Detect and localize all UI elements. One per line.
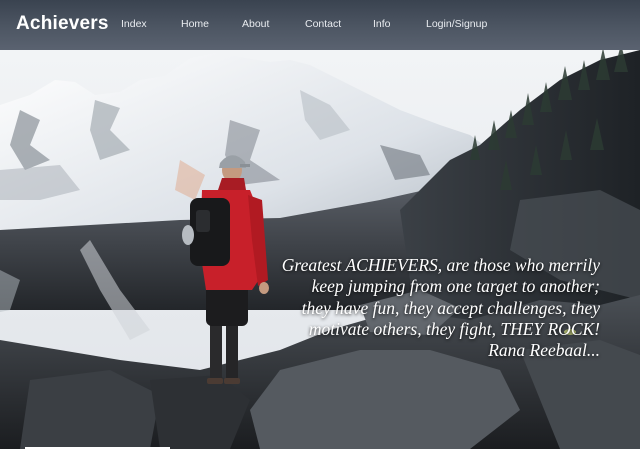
top-navbar: Achievers Index Home About Contact Info …: [0, 0, 640, 50]
hero-background-image: [0, 50, 640, 449]
quote-text: Greatest ACHIEVERS, are those who merril…: [281, 255, 600, 339]
quote-author: Rana Reebaal...: [488, 340, 600, 361]
nav-link-contact[interactable]: Contact: [305, 18, 341, 30]
nav-link-index[interactable]: Index: [121, 18, 147, 30]
nav-link-about[interactable]: About: [242, 18, 269, 30]
hero-quote: Greatest ACHIEVERS, are those who merril…: [280, 255, 600, 361]
nav-menu: Index Home About Contact Info Login/Sign…: [0, 0, 640, 50]
nav-link-home[interactable]: Home: [181, 18, 209, 30]
nav-link-info[interactable]: Info: [373, 18, 391, 30]
nav-link-login-signup[interactable]: Login/Signup: [426, 18, 487, 30]
hero-banner: Greatest ACHIEVERS, are those who merril…: [0, 50, 640, 449]
